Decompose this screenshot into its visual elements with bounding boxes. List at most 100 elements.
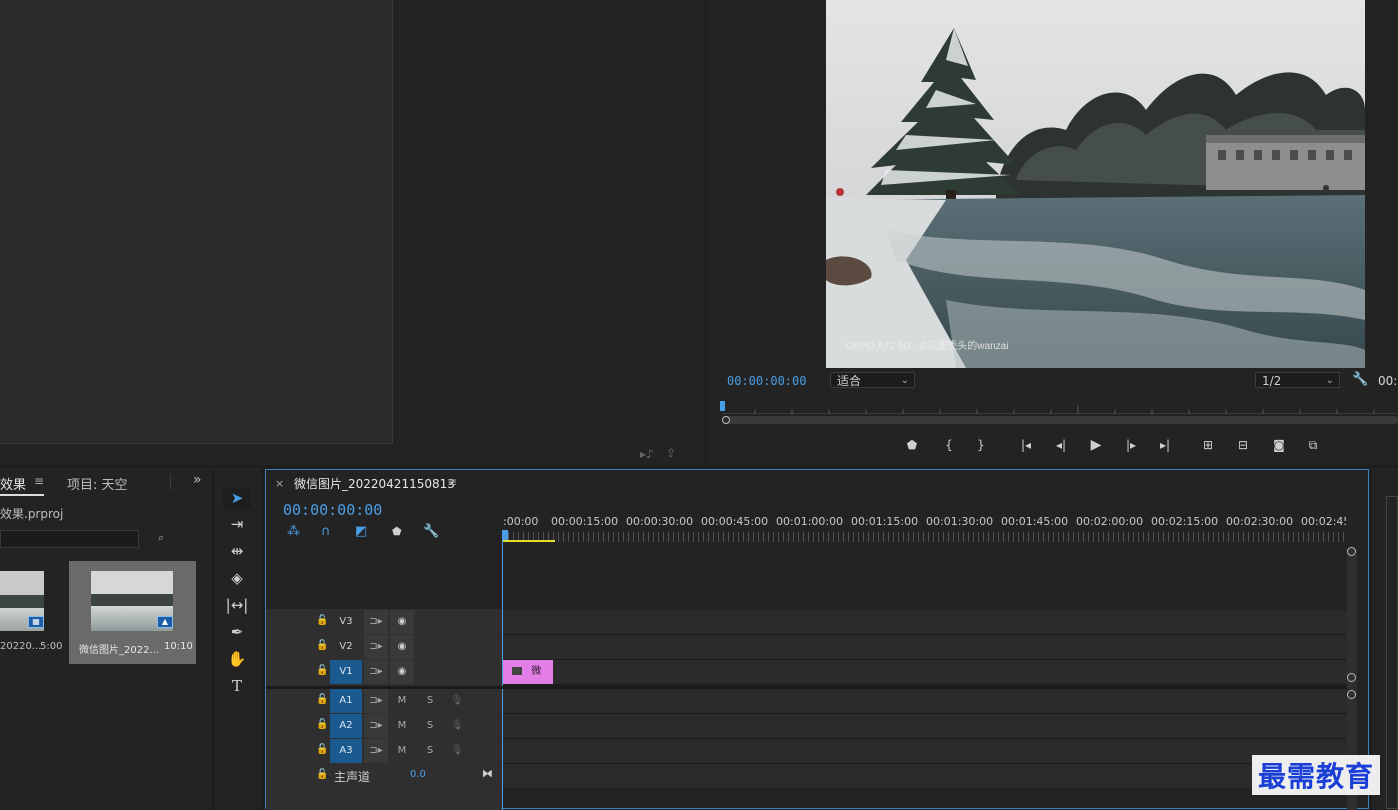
ripple-edit-tool-icon[interactable]: ⇹ — [223, 540, 251, 562]
pen-tool-icon[interactable]: ✒ — [223, 621, 251, 643]
audio-only-icon[interactable]: ▸♪ — [640, 447, 654, 461]
track-lane-a1[interactable] — [503, 689, 1347, 714]
lock-icon[interactable]: 🔓 — [316, 665, 328, 676]
wrench-icon[interactable]: 🔧 — [423, 524, 439, 539]
work-area-bar[interactable] — [503, 540, 555, 542]
step-forward-icon[interactable]: |▸ — [1121, 436, 1141, 454]
track-header-master[interactable]: 🔓 主声道 0.0 ⧓ — [266, 764, 502, 788]
marker-icon[interactable]: ⬟ — [392, 525, 402, 538]
hand-tool-icon[interactable]: ✋ — [223, 648, 251, 670]
export-icon[interactable]: ⇪ — [666, 446, 676, 460]
snap-icon[interactable]: ⁂ — [287, 524, 300, 539]
track-lane-a2[interactable] — [503, 714, 1347, 739]
track-lane-master[interactable] — [503, 764, 1347, 788]
export-frame-icon[interactable]: ◙ — [1269, 436, 1289, 454]
search-input[interactable] — [0, 530, 139, 548]
scroll-handle-icon[interactable] — [1347, 547, 1356, 556]
microphone-icon[interactable]: 🎙 — [449, 714, 465, 738]
type-tool-icon[interactable]: T — [223, 675, 251, 697]
selection-tool-icon[interactable]: ➤ — [223, 487, 251, 509]
go-to-out-icon[interactable]: ▸| — [1155, 436, 1175, 454]
solo-button[interactable]: S — [422, 739, 438, 763]
eye-icon[interactable]: ◉ — [390, 660, 414, 684]
step-back-icon[interactable]: ◂| — [1051, 436, 1071, 454]
fit-dropdown[interactable]: 适合 ⌄ — [830, 372, 915, 388]
slip-tool-icon[interactable]: |↔| — [223, 594, 251, 616]
play-icon[interactable]: ▶ — [1086, 436, 1106, 454]
sequence-tab[interactable]: 微信图片_20220421150813 — [294, 475, 455, 492]
mute-button[interactable]: M — [394, 739, 410, 763]
program-scrollbar[interactable] — [722, 416, 1398, 424]
comparison-view-icon[interactable]: ⧉ — [1303, 436, 1323, 454]
mute-button[interactable]: M — [394, 714, 410, 738]
track-header-a3[interactable]: 🔓 A3 ⊐▸ M S 🎙 — [266, 739, 502, 763]
add-marker-icon[interactable]: ◩ — [355, 524, 367, 539]
sync-lock-icon[interactable]: ⊐▸ — [364, 635, 388, 659]
linked-selection-icon[interactable]: ∩ — [321, 524, 331, 539]
extract-icon[interactable]: ⊟ — [1233, 436, 1253, 454]
marker-icon[interactable]: ⬟ — [902, 436, 922, 454]
timeline-playhead-handle[interactable] — [502, 530, 508, 540]
lock-icon[interactable]: 🔓 — [316, 719, 328, 730]
lock-icon[interactable]: 🔓 — [316, 744, 328, 755]
microphone-icon[interactable]: 🎙 — [449, 739, 465, 763]
solo-button[interactable]: S — [422, 714, 438, 738]
razor-tool-icon[interactable]: ◈ — [223, 567, 251, 589]
sync-lock-icon[interactable]: ⊐▸ — [364, 714, 388, 738]
track-header-a2[interactable]: 🔓 A2 ⊐▸ M S 🎙 — [266, 714, 502, 738]
tab-project[interactable]: 项目: 天空 — [67, 474, 128, 493]
track-lane-v3[interactable] — [503, 610, 1347, 635]
scroll-handle-icon[interactable] — [1347, 690, 1356, 699]
track-name[interactable]: V3 — [330, 610, 362, 634]
track-name[interactable]: V2 — [330, 635, 362, 659]
track-header-v2[interactable]: 🔓 V2 ⊐▸ ◉ — [266, 635, 502, 659]
timeline-ruler-ticks[interactable] — [503, 532, 1347, 542]
go-to-in-icon[interactable]: |◂ — [1016, 436, 1036, 454]
eye-icon[interactable]: ◉ — [390, 610, 414, 634]
solo-button[interactable]: S — [422, 689, 438, 713]
track-header-a1[interactable]: 🔓 A1 ⊐▸ M S 🎙 — [266, 689, 502, 713]
track-lane-v2[interactable] — [503, 635, 1347, 660]
program-time-ruler[interactable] — [722, 403, 1398, 414]
sync-lock-icon[interactable]: ⊐▸ — [364, 660, 388, 684]
track-name[interactable]: A1 — [330, 689, 362, 713]
track-lane-a3[interactable] — [503, 739, 1347, 764]
microphone-icon[interactable]: 🎙 — [449, 689, 465, 713]
project-item[interactable]: ▦ 20220... 5:00 — [0, 561, 66, 661]
mute-button[interactable]: M — [394, 689, 410, 713]
close-icon[interactable]: × — [275, 477, 284, 490]
track-name[interactable]: A3 — [330, 739, 362, 763]
hamburger-icon[interactable]: ≡ — [34, 474, 44, 488]
program-playhead[interactable] — [720, 401, 725, 411]
panel-overflow-icon[interactable]: » — [193, 472, 202, 488]
mark-out-icon[interactable]: } — [971, 436, 991, 454]
track-header-v3[interactable]: 🔓 V3 ⊐▸ ◉ — [266, 610, 502, 634]
lock-icon[interactable]: 🔓 — [316, 615, 328, 626]
scroll-handle-icon[interactable] — [1347, 673, 1356, 682]
find-icon[interactable]: ⌕ — [158, 531, 164, 545]
track-select-tool-icon[interactable]: ⇥ — [223, 513, 251, 535]
project-item-selected[interactable]: ▲ 微信图片_2022... 10:10 — [69, 561, 196, 664]
sync-lock-icon[interactable]: ⊐▸ — [364, 610, 388, 634]
mark-in-icon[interactable]: { — [939, 436, 959, 454]
track-lane-v1[interactable] — [503, 660, 1347, 685]
lock-icon[interactable]: 🔓 — [316, 694, 328, 705]
timeline-timecode[interactable]: 00:00:00:00 — [283, 501, 382, 519]
track-header-v1[interactable]: 🔓 V1 ⊐▸ ◉ — [266, 660, 502, 684]
program-timecode[interactable]: 00:00:00:00 — [727, 374, 806, 388]
track-name[interactable]: A2 — [330, 714, 362, 738]
master-volume-value[interactable]: 0.0 — [410, 769, 426, 780]
eye-icon[interactable]: ◉ — [390, 635, 414, 659]
sync-lock-icon[interactable]: ⊐▸ — [364, 689, 388, 713]
track-name[interactable]: V1 — [330, 660, 362, 684]
lift-icon[interactable]: ⊞ — [1198, 436, 1218, 454]
hamburger-icon[interactable]: ≡ — [447, 475, 457, 489]
sync-lock-icon[interactable]: ⊐▸ — [364, 739, 388, 763]
tab-effects[interactable]: 效果 — [0, 474, 26, 493]
lock-icon[interactable]: 🔓 — [316, 640, 328, 651]
program-scrollbar-handle[interactable] — [722, 416, 730, 424]
go-to-end-icon[interactable]: ⧓ — [482, 767, 493, 780]
timeline-clip[interactable]: 微 — [503, 660, 553, 684]
wrench-icon[interactable]: 🔧 — [1352, 372, 1368, 387]
resolution-dropdown[interactable]: 1/2 ⌄ — [1255, 372, 1340, 388]
